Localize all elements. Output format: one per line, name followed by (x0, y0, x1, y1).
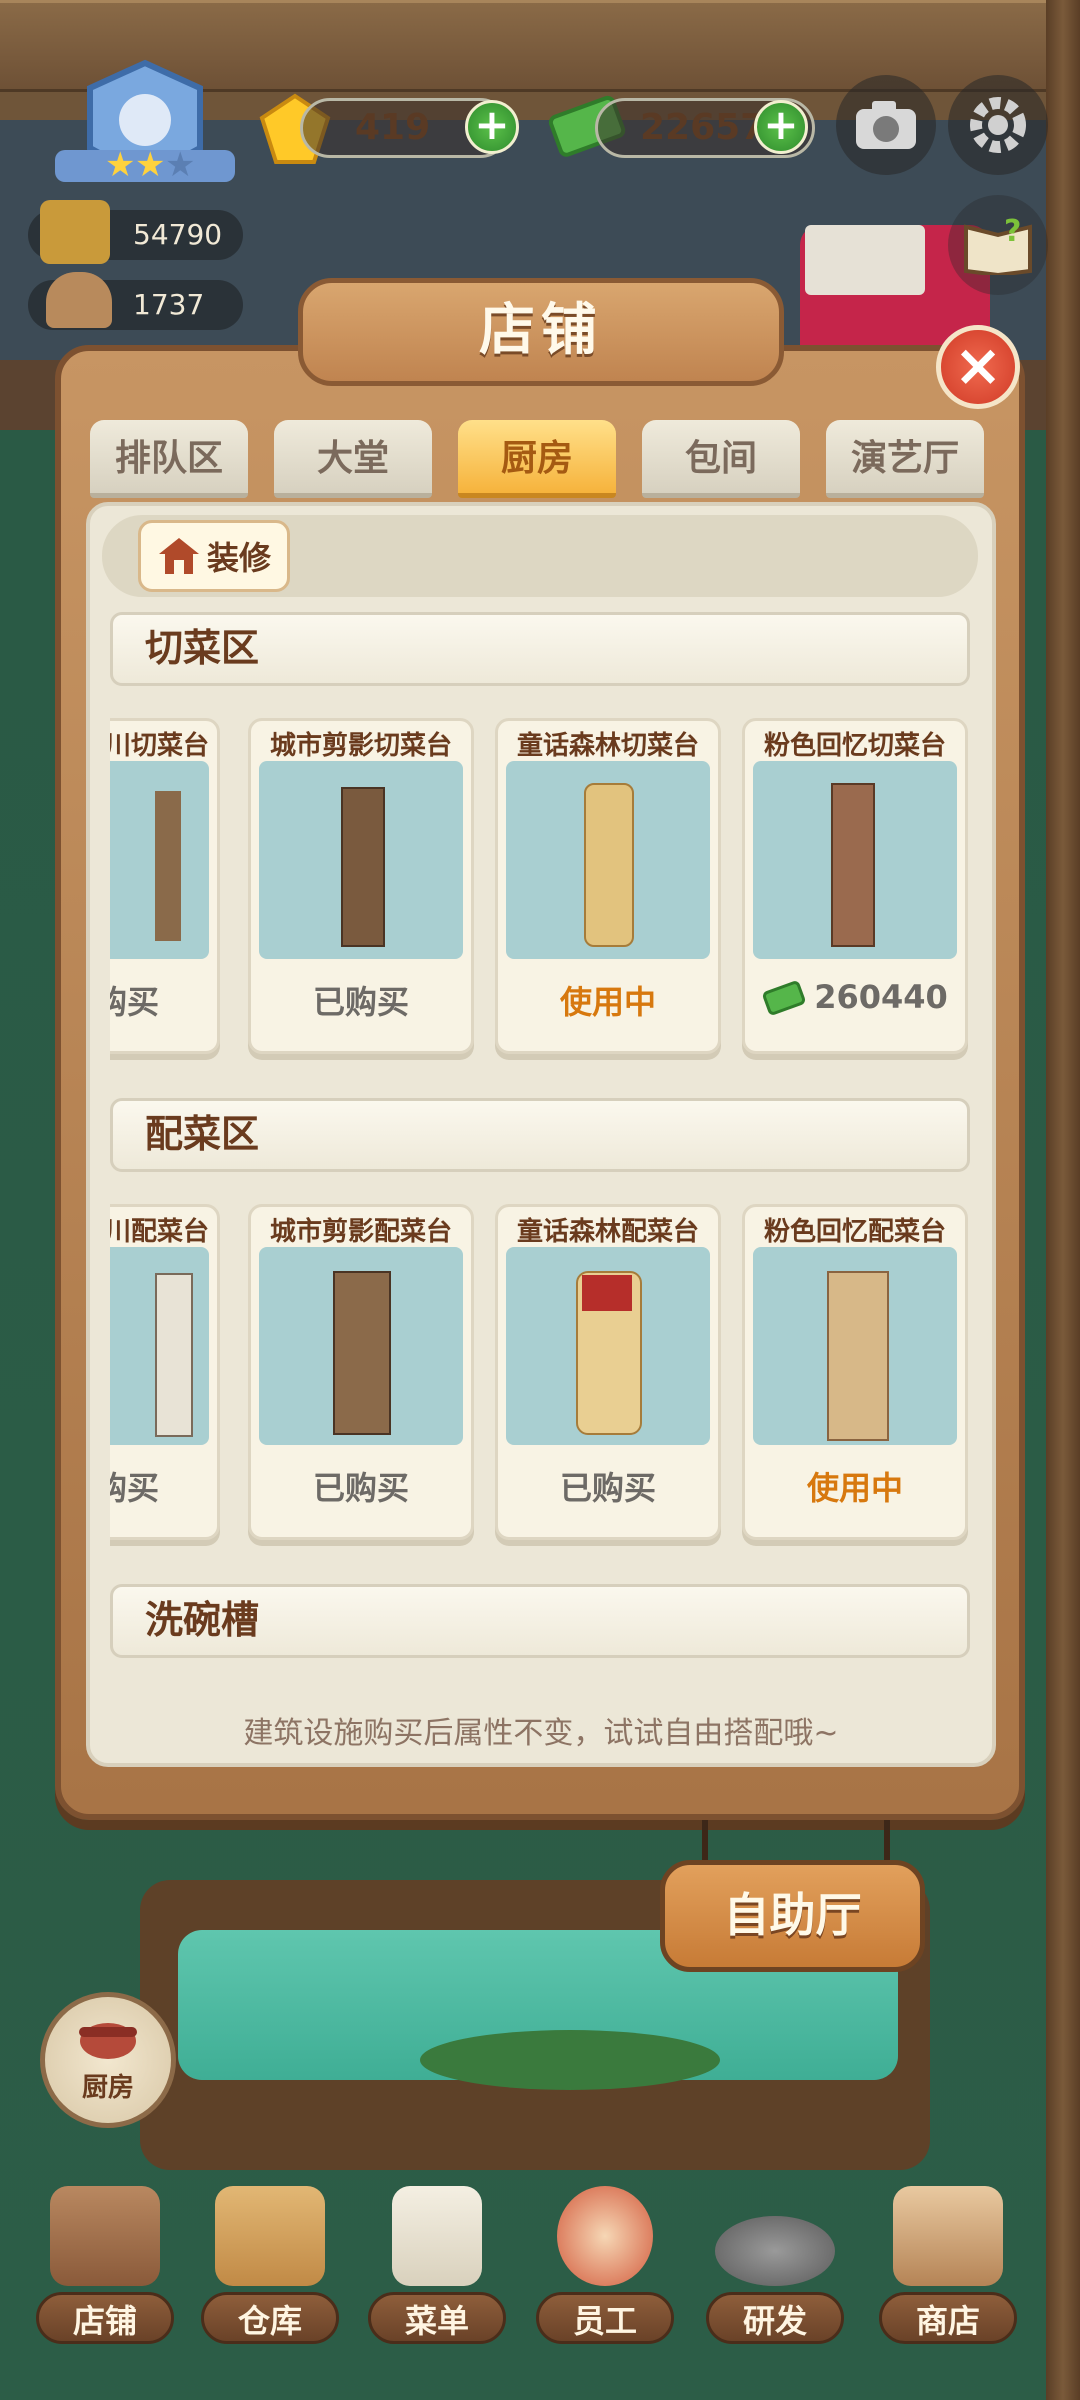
item-name: 川切菜台 (110, 731, 209, 761)
item-card[interactable]: 粉色回忆配菜台 使用中 (742, 1204, 968, 1540)
stat-value-2: 1737 (133, 288, 205, 321)
cooking-pot-icon (79, 2023, 137, 2059)
kitchen-view-button[interactable]: 厨房 (40, 1992, 176, 2128)
nav-staff-label: 员工 (536, 2292, 674, 2344)
tab-theater[interactable]: 演艺厅 (826, 420, 984, 498)
item-status: 已购买 (312, 1469, 409, 1507)
tab-private-room[interactable]: 包间 (642, 420, 800, 498)
item-price-value: 260440 (814, 978, 948, 1016)
section-header-prep: 配菜区 (110, 1098, 970, 1172)
house-icon (158, 538, 199, 574)
nav-research-label: 研发 (706, 2292, 844, 2344)
svg-text:★: ★ (165, 145, 195, 185)
item-image (110, 1247, 209, 1445)
nav-warehouse[interactable]: 仓库 (195, 2186, 345, 2346)
renovate-label: 装修 (206, 539, 271, 577)
item-name: 粉色回忆配菜台 (763, 1217, 946, 1247)
menu-clipboard-icon (392, 2186, 482, 2286)
warehouse-boxes-icon (215, 2186, 325, 2286)
dialog-title: 店铺 (298, 278, 784, 386)
nav-store[interactable]: 商店 (873, 2186, 1023, 2346)
item-name: 童话森林切菜台 (516, 731, 699, 761)
vine-decoration (420, 2030, 720, 2090)
cash-icon (763, 981, 806, 1015)
nav-research[interactable]: 研发 (700, 2186, 850, 2346)
item-image (506, 1247, 710, 1445)
prep-stations-row[interactable]: 川配菜台 购买 城市剪影配菜台 已购买 童话森林配菜台 已购买 粉色回忆配菜台 … (110, 1204, 970, 1574)
item-name: 粉色回忆切菜台 (763, 731, 946, 761)
item-image (753, 1247, 957, 1445)
item-price: 260440 (745, 977, 965, 1017)
player-rank-badge[interactable]: ★ ★ ★ (50, 58, 240, 198)
buffet-hall-button[interactable]: 自助厅 (660, 1860, 925, 1972)
item-card[interactable]: 城市剪影配菜台 已购买 (248, 1204, 474, 1540)
item-name: 城市剪影配菜台 (269, 1217, 452, 1247)
nav-shop[interactable]: 店铺 (30, 2186, 180, 2346)
item-card[interactable]: 童话森林配菜台 已购买 (495, 1204, 721, 1540)
item-name: 城市剪影切菜台 (269, 731, 452, 761)
nav-menu[interactable]: 菜单 (362, 2186, 512, 2346)
camera-icon (856, 101, 916, 149)
right-pillar (1046, 0, 1080, 2400)
settings-button[interactable] (948, 75, 1048, 175)
store-front-icon (893, 2186, 1003, 2286)
printer-machine (805, 225, 925, 295)
nav-menu-label: 菜单 (368, 2292, 506, 2344)
item-card[interactable]: 童话森林切菜台 使用中 (495, 718, 721, 1054)
svg-text:★: ★ (105, 145, 135, 185)
item-image (110, 761, 209, 959)
svg-text:?: ? (1004, 215, 1021, 249)
item-name: 童话森林配菜台 (516, 1217, 699, 1247)
add-cash-button[interactable]: + (754, 100, 808, 154)
nav-staff[interactable]: 员工 (530, 2186, 680, 2346)
item-card[interactable]: 粉色回忆切菜台 260440 (742, 718, 968, 1054)
item-status: 购买 (110, 983, 159, 1021)
item-image (259, 761, 463, 959)
question-book-icon: ? (964, 215, 1032, 275)
item-card[interactable]: 城市剪影切菜台 已购买 (248, 718, 474, 1054)
item-status: 使用中 (559, 983, 656, 1021)
nav-warehouse-label: 仓库 (201, 2292, 339, 2344)
kitchen-view-label: 厨房 (81, 2073, 134, 2103)
staff-chef-icon (557, 2186, 653, 2286)
stat-value-1: 54790 (133, 218, 223, 251)
item-status: 已购买 (559, 1469, 656, 1507)
cloche-stat-icon (46, 272, 112, 328)
hint-text: 建筑设施购买后属性不变，试试自由搭配哦~ (243, 1716, 839, 1751)
camera-button[interactable] (836, 75, 936, 175)
item-status: 已购买 (312, 983, 409, 1021)
close-button[interactable]: × (936, 325, 1020, 409)
item-name: 川配菜台 (110, 1217, 209, 1247)
renovate-button[interactable]: 装修 (138, 520, 290, 592)
guide-book-button[interactable]: ? (948, 195, 1048, 295)
add-gems-button[interactable]: + (465, 100, 519, 154)
shop-house-icon (50, 2186, 160, 2286)
item-card[interactable]: 川切菜台 购买 (110, 718, 220, 1054)
nav-store-label: 商店 (879, 2292, 1017, 2344)
svg-text:★: ★ (135, 145, 165, 185)
section-header-dishwashing: 洗碗槽 (110, 1584, 970, 1658)
chef-hat-stat-icon (40, 200, 110, 264)
item-image (259, 1247, 463, 1445)
tab-lobby[interactable]: 大堂 (274, 420, 432, 498)
item-image (753, 761, 957, 959)
nav-shop-label: 店铺 (36, 2292, 174, 2344)
item-card[interactable]: 川配菜台 购买 (110, 1204, 220, 1540)
item-status: 购买 (110, 1469, 159, 1507)
section-header-cutting: 切菜区 (110, 612, 970, 686)
gear-icon (970, 97, 1026, 153)
item-status: 使用中 (806, 1469, 903, 1507)
tab-queue-area[interactable]: 排队区 (90, 420, 248, 498)
cutting-stations-row[interactable]: 川切菜台 购买 城市剪影切菜台 已购买 童话森林切菜台 使用中 粉色回忆切菜台 … (110, 718, 970, 1088)
tab-kitchen[interactable]: 厨房 (458, 420, 616, 498)
item-image (506, 761, 710, 959)
research-wok-icon (715, 2216, 835, 2286)
gem-count: 419 (355, 107, 431, 148)
